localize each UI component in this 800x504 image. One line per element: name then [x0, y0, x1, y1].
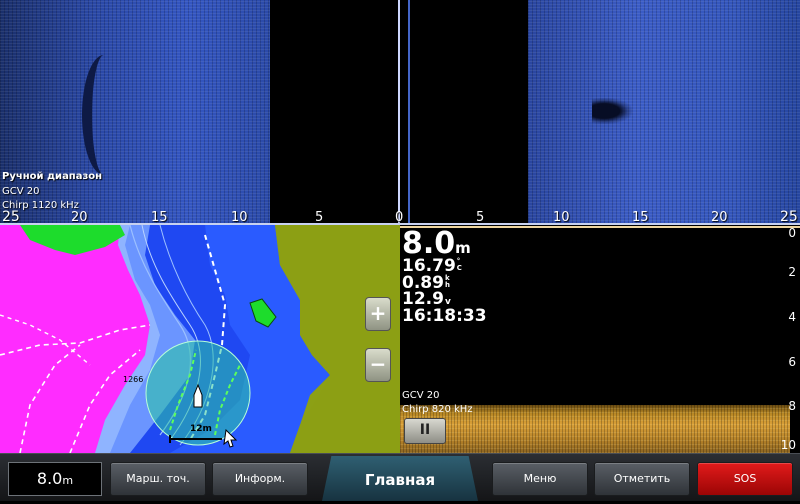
depth-scale-8: 8	[788, 399, 796, 413]
scale-left-20: 20	[71, 210, 88, 224]
scale-right-10: 10	[553, 210, 570, 224]
depth-databox[interactable]: 8.0m	[8, 462, 102, 496]
scale-right-25: 25	[780, 209, 798, 224]
depth-scale-4: 4	[788, 310, 796, 324]
sonar-frequency-label: Chirp 820 kHz	[402, 404, 473, 415]
sidescan-feature-right	[592, 98, 632, 124]
map-scale-label: 12m	[190, 424, 212, 434]
depth-scale-0: 0	[788, 226, 796, 240]
range-mode-label: Ручной диапазон	[2, 171, 103, 182]
sidescan-left-channel	[0, 0, 270, 224]
sonar-surface-line	[400, 226, 800, 228]
databox-depth-value: 8.0	[36, 469, 63, 488]
databox-depth-unit: m	[62, 474, 74, 487]
sidescan-right-channel	[528, 0, 800, 224]
pause-button[interactable]: II	[404, 418, 446, 444]
scale-right-15: 15	[632, 210, 649, 224]
sos-button[interactable]: SOS	[697, 462, 793, 496]
menu-button[interactable]: Меню	[492, 462, 588, 496]
pause-icon: II	[419, 422, 431, 438]
nadir-line	[398, 0, 400, 224]
scale-left-25: 25	[2, 209, 20, 224]
scale-left-5: 5	[315, 210, 324, 224]
depth-unit: m	[455, 239, 471, 257]
scale-left-15: 15	[151, 210, 168, 224]
nadir-line-secondary	[408, 0, 410, 224]
depth-readout: 8.0m	[402, 229, 471, 259]
time-readout: 16:18:33	[402, 306, 487, 326]
zoom-out-button[interactable]: −	[365, 348, 391, 382]
home-tab[interactable]: Главная	[322, 456, 478, 501]
sonar-transducer-label: GCV 20	[402, 390, 440, 401]
info-button[interactable]: Информ.	[212, 462, 308, 496]
sidescan-panel[interactable]: Ручной диапазон GCV 20 Chirp 1120 kHz 25…	[0, 0, 800, 224]
mark-button[interactable]: Отметить	[594, 462, 690, 496]
bottom-toolbar: 8.0m Марш. точ. Информ. Главная Меню Отм…	[0, 453, 800, 501]
sidescan-transducer-label: GCV 20	[2, 186, 40, 197]
speed-unit-bottom: h	[444, 281, 450, 289]
depth-scale-10: 10	[780, 438, 796, 452]
contour-label: 1266	[123, 375, 144, 384]
scale-right-20: 20	[711, 210, 728, 224]
chart-map[interactable]: 1266 12m + −	[0, 225, 400, 453]
scale-left-10: 10	[231, 210, 248, 224]
depth-scale-2: 2	[788, 265, 796, 279]
zoom-in-button[interactable]: +	[365, 297, 391, 331]
sidescan-feature-left	[82, 55, 126, 175]
map-graphics	[0, 225, 400, 453]
scale-center-0: 0	[395, 210, 404, 224]
depth-scale-6: 6	[788, 355, 796, 369]
temperature-unit: C	[456, 264, 462, 272]
scale-right-5: 5	[476, 210, 485, 224]
waypoints-button[interactable]: Марш. точ.	[110, 462, 206, 496]
